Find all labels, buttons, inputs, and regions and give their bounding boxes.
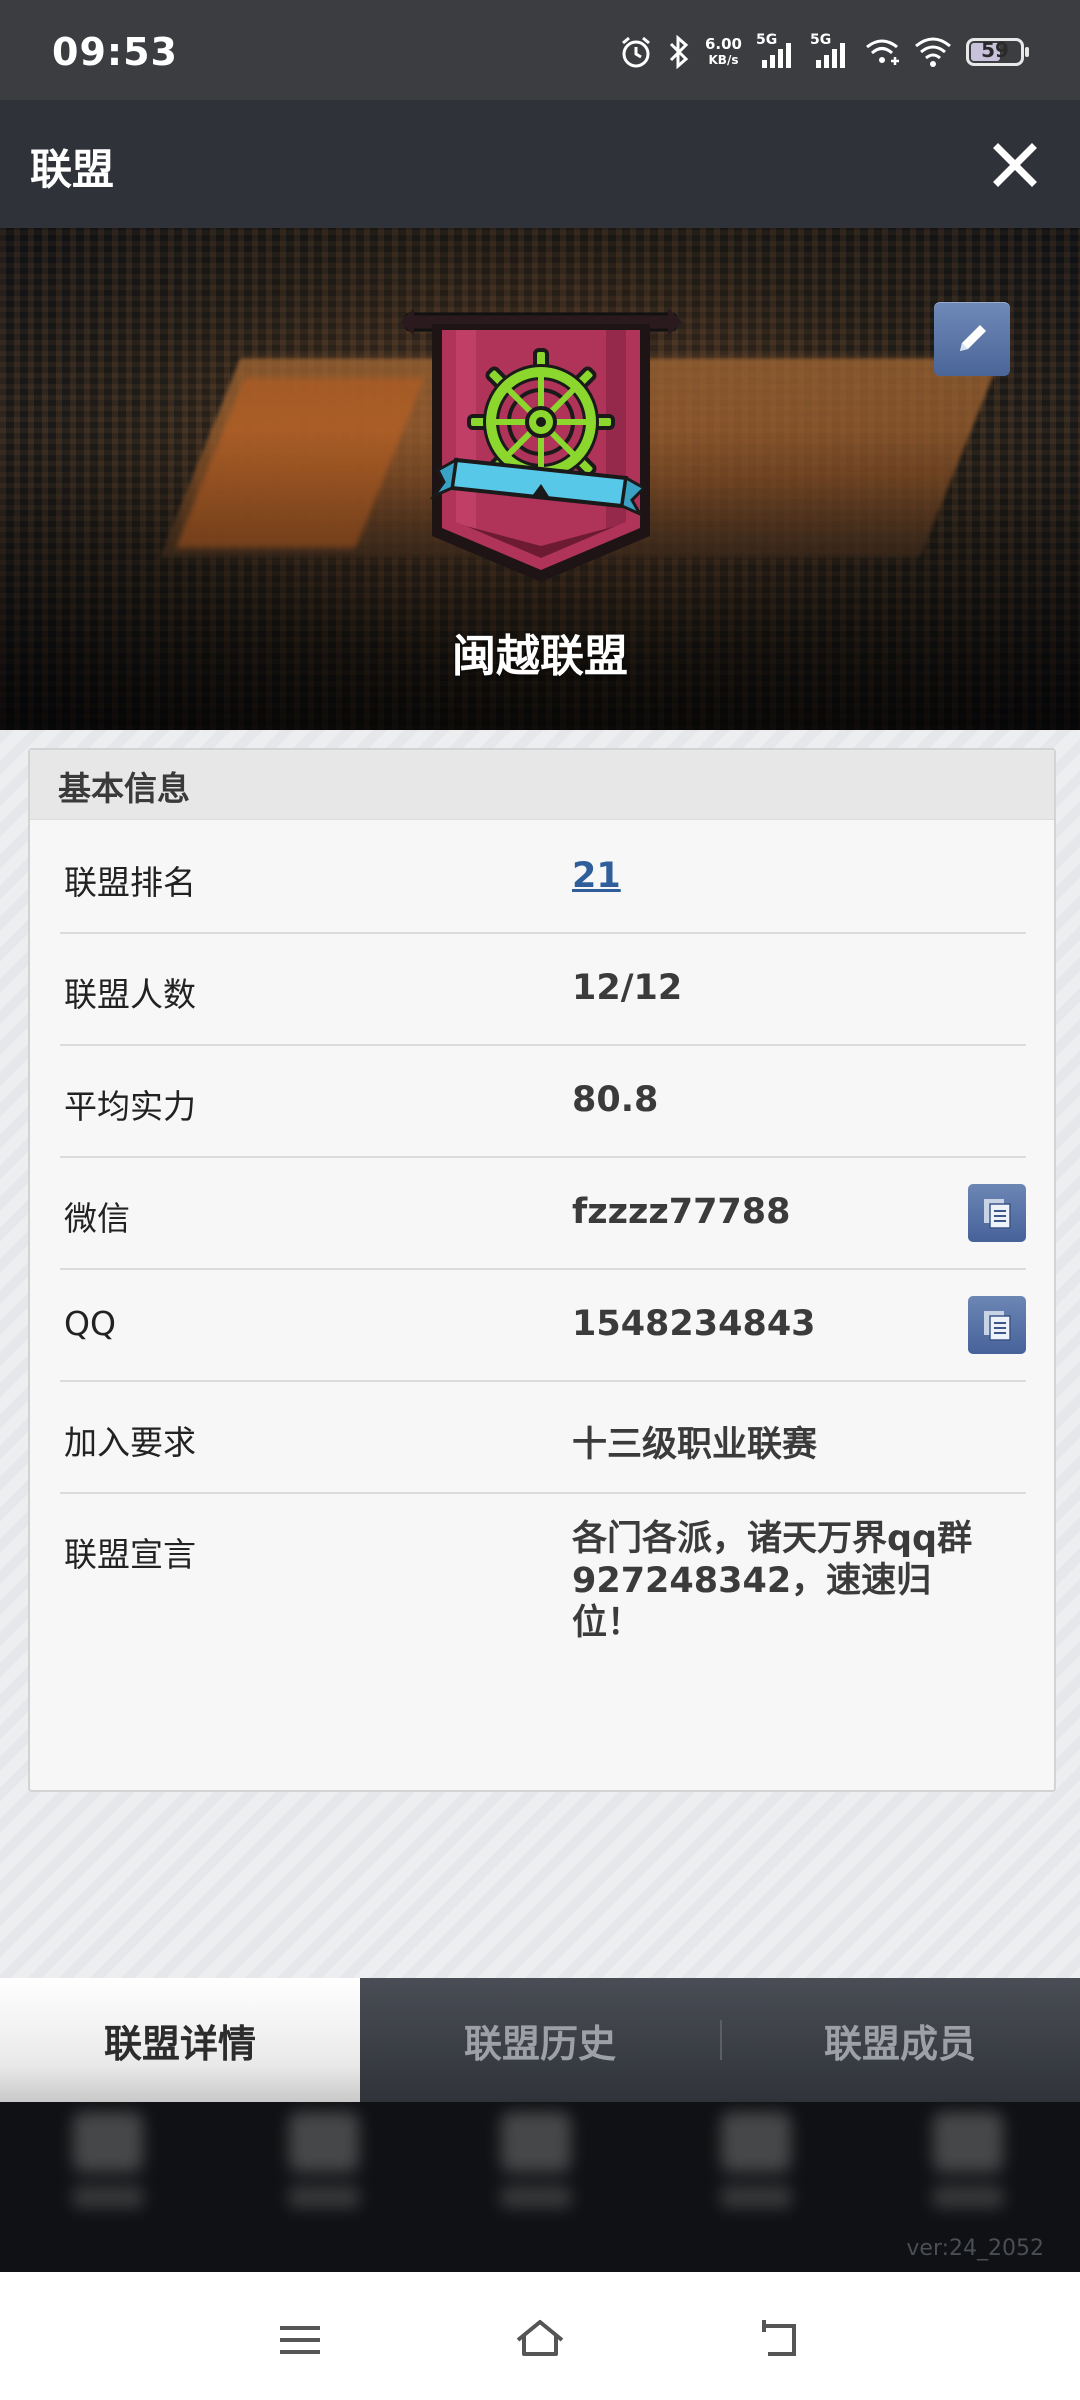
signal-bars-icon: [816, 43, 845, 68]
alliance-emblem: [400, 308, 682, 582]
tab-alliance-details[interactable]: 联盟详情: [0, 1978, 360, 2102]
blurred-nav-item: [716, 2112, 796, 2222]
wifi-icon: [915, 37, 951, 67]
blurred-nav-item: [496, 2112, 576, 2222]
row-label: 微信: [64, 1199, 130, 1238]
back-button[interactable]: [750, 2310, 810, 2370]
status-icons: 6.00 KB/s 5G 5G 59: [619, 32, 1029, 72]
menu-button[interactable]: [270, 2310, 330, 2370]
battery-level: 59: [981, 38, 1009, 62]
status-bar: 09:53 6.00 KB/s 5G 5G 59: [0, 0, 1080, 100]
info-row-rank: 联盟排名 21: [60, 822, 1026, 934]
wifi-calling-icon: [866, 39, 899, 65]
info-row-average-strength: 平均实力 80.8: [60, 1046, 1026, 1158]
row-label: 平均实力: [64, 1087, 196, 1126]
home-icon: [516, 2320, 564, 2356]
row-label: QQ: [64, 1304, 116, 1343]
row-value: 80.8: [572, 1080, 659, 1120]
network-speed-value: 6.00: [704, 35, 742, 53]
close-button[interactable]: [990, 140, 1040, 190]
tab-alliance-members[interactable]: 联盟成员: [720, 1978, 1080, 2102]
edit-button[interactable]: [934, 302, 1010, 376]
blurred-nav-item: [928, 2112, 1008, 2222]
copy-wechat-button[interactable]: [968, 1184, 1026, 1242]
app-header: 联盟: [0, 100, 1080, 228]
network-speed: 6.00 KB/s: [705, 36, 742, 68]
home-button[interactable]: [510, 2310, 570, 2370]
status-time: 09:53: [52, 30, 178, 74]
tab-bar: 联盟详情 联盟历史 联盟成员: [0, 1978, 1080, 2102]
alarm-icon: [622, 36, 650, 68]
info-row-qq: QQ 1548234843: [60, 1270, 1026, 1382]
row-value: 十三级职业联赛: [572, 1425, 818, 1465]
wechat-value: fzzzz77788: [572, 1192, 791, 1232]
cell-signal-2: 5G: [810, 32, 850, 70]
section-title: 基本信息: [30, 750, 1054, 820]
alliance-name: 闽越联盟: [452, 631, 628, 682]
version-label: ver:24_2052: [906, 2236, 1044, 2261]
row-label: 联盟排名: [64, 863, 196, 902]
page-title: 联盟: [30, 145, 115, 194]
qq-value: 1548234843: [572, 1304, 816, 1344]
basic-info-card: 基本信息 联盟排名 21 联盟人数 12/12 平均实力 80.8 微信 fzz…: [28, 748, 1056, 1792]
bluetooth-icon: [669, 35, 689, 69]
pencil-icon: [960, 325, 986, 351]
blurred-nav-item: [68, 2112, 148, 2222]
info-row-members: 联盟人数 12/12: [60, 934, 1026, 1046]
copy-qq-button[interactable]: [968, 1296, 1026, 1354]
close-icon: [993, 143, 1037, 187]
signal-bars-icon: [762, 43, 791, 68]
info-row-manifesto: 联盟宣言 各门各派，诸天万界qq群927248342，速速归位！: [60, 1494, 1026, 1694]
rank-link[interactable]: 21: [572, 856, 621, 896]
tab-alliance-history[interactable]: 联盟历史: [360, 1978, 720, 2102]
copy-icon: [984, 1311, 1011, 1341]
info-row-join-requirement: 加入要求 十三级职业联赛: [60, 1382, 1026, 1494]
row-label: 联盟人数: [64, 975, 196, 1014]
battery-icon: 59: [966, 38, 1029, 66]
row-value: 12/12: [572, 968, 683, 1008]
menu-icon: [280, 2326, 320, 2354]
cell-signal-1: 5G: [756, 32, 796, 70]
row-label: 加入要求: [64, 1423, 196, 1462]
network-speed-unit: KB/s: [708, 53, 739, 67]
back-icon: [762, 2320, 796, 2356]
system-navigation-bar: [0, 2272, 1080, 2400]
row-label: 联盟宣言: [64, 1535, 196, 1574]
info-row-wechat: 微信 fzzzz77788: [60, 1158, 1026, 1270]
copy-icon: [984, 1199, 1011, 1229]
game-bottom-nav: ver:24_2052: [0, 2102, 1080, 2272]
manifesto-text: 各门各派，诸天万界qq群927248342，速速归位！: [572, 1519, 973, 1643]
blurred-nav-item: [284, 2112, 364, 2222]
